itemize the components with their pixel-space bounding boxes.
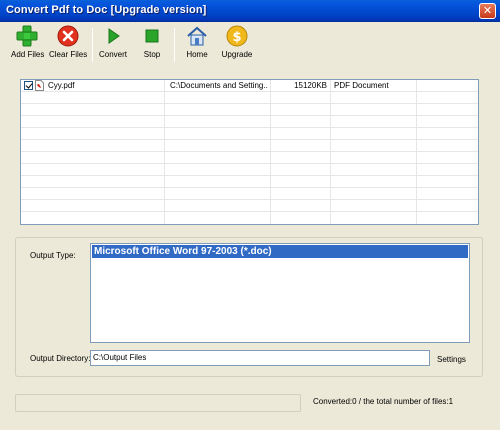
convert-button[interactable]: Convert <box>97 25 129 65</box>
output-type-option-selected[interactable]: Microsoft Office Word 97-2003 (*.doc) <box>92 245 468 258</box>
progress-bar <box>15 394 301 412</box>
add-files-label: Add Files <box>11 50 45 59</box>
output-type-label: Output Type: <box>30 251 76 260</box>
plus-icon <box>16 25 38 47</box>
empty-row <box>21 140 478 152</box>
empty-row <box>21 212 478 224</box>
status-text: Converted:0 / the total number of files:… <box>313 397 454 406</box>
dollar-icon: $ <box>226 25 248 47</box>
empty-row <box>21 188 478 200</box>
title-bar: Convert Pdf to Doc [Upgrade version] ✕ <box>0 0 500 22</box>
empty-row <box>21 92 478 104</box>
file-type: PDF Document <box>334 81 389 90</box>
home-button[interactable]: Home <box>182 25 212 65</box>
toolbar-separator <box>92 28 93 62</box>
svg-text:$: $ <box>232 30 241 45</box>
toolbar-separator <box>174 28 175 62</box>
empty-row <box>21 164 478 176</box>
file-size: 15120KB <box>294 81 327 90</box>
clear-icon <box>57 25 79 47</box>
empty-row <box>21 200 478 212</box>
output-directory-input[interactable]: C:\Output Files <box>90 350 430 366</box>
empty-row <box>21 116 478 128</box>
upgrade-button[interactable]: $ Upgrade <box>220 25 254 65</box>
empty-row <box>21 104 478 116</box>
stop-icon <box>145 29 159 43</box>
empty-row <box>21 152 478 164</box>
window-title: Convert Pdf to Doc [Upgrade version] <box>6 4 207 16</box>
empty-row <box>21 128 478 140</box>
toolbar: Add Files Clear Files Convert Stop Home … <box>0 22 500 68</box>
pdf-file-icon <box>35 80 44 91</box>
close-icon: ✕ <box>482 4 493 17</box>
file-row[interactable]: Cyy.pdf C:\Documents and Setting... 1512… <box>21 80 478 92</box>
home-label: Home <box>186 50 208 59</box>
close-button[interactable]: ✕ <box>479 3 496 19</box>
play-icon <box>108 28 120 44</box>
file-path: C:\Documents and Setting... <box>170 81 268 90</box>
output-directory-label: Output Directory: <box>30 354 91 363</box>
file-name: Cyy.pdf <box>48 81 75 90</box>
clear-files-label: Clear Files <box>49 50 88 59</box>
clear-files-button[interactable]: Clear Files <box>49 25 87 65</box>
add-files-button[interactable]: Add Files <box>11 25 45 65</box>
upgrade-label: Upgrade <box>221 50 253 59</box>
stop-button[interactable]: Stop <box>138 25 166 65</box>
settings-button[interactable]: Settings <box>437 355 466 364</box>
file-list[interactable]: Cyy.pdf C:\Documents and Setting... 1512… <box>20 79 479 225</box>
home-icon <box>187 26 207 46</box>
stop-label: Stop <box>143 50 161 59</box>
file-checkbox[interactable] <box>24 81 33 90</box>
convert-label: Convert <box>98 50 127 59</box>
empty-row <box>21 176 478 188</box>
output-type-list[interactable]: Microsoft Office Word 97-2003 (*.doc) <box>90 243 470 343</box>
